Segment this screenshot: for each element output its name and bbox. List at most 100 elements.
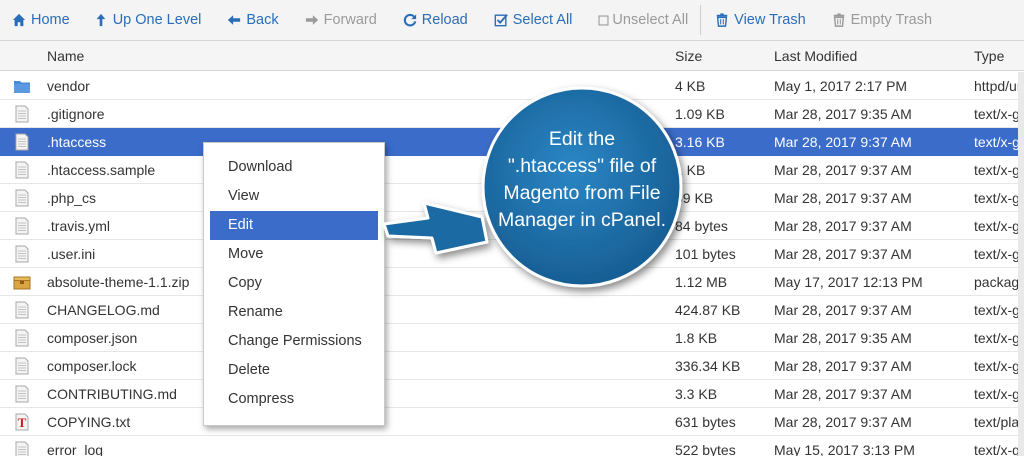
reload-button[interactable]: Reload xyxy=(403,0,468,41)
file-icon xyxy=(13,301,31,319)
file-icon xyxy=(13,105,31,123)
file-last-modified: May 1, 2017 2:17 PM xyxy=(774,78,908,94)
file-table-header: Name Size Last Modified Type xyxy=(0,41,1024,71)
file-type: text/x-g xyxy=(974,246,1020,262)
file-type: text/plai xyxy=(974,414,1023,430)
file-row[interactable]: CONTRIBUTING.md 3.3 KB Mar 28, 2017 9:37 A… xyxy=(0,380,1024,408)
file-type: text/x-g xyxy=(974,162,1020,178)
file-size: 1.12 MB xyxy=(675,274,728,290)
home-button[interactable]: Home xyxy=(12,0,70,41)
view-trash-label: View Trash xyxy=(734,12,806,28)
file-type: text/x-g xyxy=(974,442,1020,456)
file-row[interactable]: vendor 4 KB May 1, 2017 2:17 PM httpd/un xyxy=(0,72,1024,100)
file-icon xyxy=(13,245,31,263)
file-size: 631 bytes xyxy=(675,414,736,430)
file-last-modified: Mar 28, 2017 9:37 AM xyxy=(774,386,912,402)
file-size: 101 bytes xyxy=(675,246,736,262)
home-label: Home xyxy=(31,12,70,28)
file-last-modified: May 15, 2017 3:13 PM xyxy=(774,442,915,456)
file-icon xyxy=(13,133,31,151)
file-name: .user.ini xyxy=(47,246,96,262)
file-name: .travis.yml xyxy=(47,218,110,234)
column-header-last-modified[interactable]: Last Modified xyxy=(774,48,857,64)
file-name: .php_cs xyxy=(47,190,97,206)
file-row[interactable]: composer.json 1.8 KB Mar 28, 2017 9:35 AM t… xyxy=(0,324,1024,352)
scrollbar[interactable] xyxy=(1018,72,1024,456)
context-menu-item-move[interactable]: Move xyxy=(210,240,378,269)
file-name: .gitignore xyxy=(47,106,105,122)
file-last-modified: Mar 28, 2017 9:37 AM xyxy=(774,358,912,374)
view-trash-button[interactable]: View Trash xyxy=(715,0,806,41)
toolbar: Home Up One Level Back Forward Reload Se… xyxy=(0,0,1024,41)
back-label: Back xyxy=(246,12,279,28)
file-name: absolute-theme-1.1.zip xyxy=(47,274,190,290)
file-name: .htaccess.sample xyxy=(47,162,156,178)
file-size: 4 KB xyxy=(675,78,706,94)
file-last-modified: Mar 28, 2017 9:37 AM xyxy=(774,302,912,318)
context-menu-item-copy[interactable]: Copy xyxy=(210,269,378,298)
context-menu-item-view[interactable]: View xyxy=(210,182,378,211)
trash-icon xyxy=(716,13,728,27)
file-row[interactable]: absolute-theme-1.1.zip 1.12 MB May 17, 201… xyxy=(0,268,1024,296)
context-menu-item-download[interactable]: Download xyxy=(210,153,378,182)
file-name: vendor xyxy=(47,78,90,94)
file-type: text/x-g xyxy=(974,218,1020,234)
file-row[interactable]: CHANGELOG.md 424.87 KB Mar 28, 2017 9:37 A… xyxy=(0,296,1024,324)
file-type: text/x-g xyxy=(974,330,1020,346)
arrow-up-icon xyxy=(96,13,106,27)
svg-text:T: T xyxy=(18,415,27,430)
file-type: text/x-g xyxy=(974,358,1020,374)
empty-trash-button[interactable]: Empty Trash xyxy=(832,0,932,41)
file-type: text/x-g xyxy=(974,190,1020,206)
file-icon xyxy=(13,161,31,179)
context-menu-item-change-permissions[interactable]: Change Permissions xyxy=(210,327,378,356)
file-name: CHANGELOG.md xyxy=(47,302,160,318)
file-last-modified: Mar 28, 2017 9:37 AM xyxy=(774,190,912,206)
file-type: text/x-g xyxy=(974,134,1020,150)
file-size: 522 bytes xyxy=(675,442,736,456)
file-size: 3.16 KB xyxy=(675,134,725,150)
file-icon xyxy=(13,189,31,207)
file-last-modified: May 17, 2017 12:13 PM xyxy=(774,274,923,290)
back-button[interactable]: Back xyxy=(227,0,279,41)
context-menu: Download View Edit Move Copy Rename Change Per… xyxy=(203,142,385,426)
column-header-name[interactable]: Name xyxy=(47,48,84,64)
context-menu-item-edit[interactable]: Edit xyxy=(210,211,378,240)
file-name: composer.json xyxy=(47,330,138,346)
unselect-all-label: Unselect All xyxy=(612,12,689,28)
select-all-button[interactable]: Select All xyxy=(494,0,572,41)
file-row[interactable]: error_log 522 bytes May 15, 2017 3:13 PM te… xyxy=(0,436,1024,456)
column-header-type[interactable]: Type xyxy=(974,48,1004,64)
file-name: CONTRIBUTING.md xyxy=(47,386,177,402)
file-size: 336.34 KB xyxy=(675,358,741,374)
callout-text: Edit the ".htaccess" file of Magento fro… xyxy=(497,128,667,231)
file-last-modified: Mar 28, 2017 9:37 AM xyxy=(774,414,912,430)
column-header-size[interactable]: Size xyxy=(675,48,702,64)
unselect-all-button[interactable]: Unselect All xyxy=(598,0,688,41)
file-name: .htaccess xyxy=(47,134,107,150)
file-size: 424.87 KB xyxy=(675,302,741,318)
arrow-left-icon xyxy=(228,15,241,25)
file-row[interactable]: .user.ini 101 bytes Mar 28, 2017 9:37 AM te… xyxy=(0,240,1024,268)
up-one-level-button[interactable]: Up One Level xyxy=(94,0,201,41)
context-menu-item-compress[interactable]: Compress xyxy=(210,385,378,414)
file-last-modified: Mar 28, 2017 9:35 AM xyxy=(774,330,912,346)
context-menu-item-delete[interactable]: Delete xyxy=(210,356,378,385)
context-menu-item-rename[interactable]: Rename xyxy=(210,298,378,327)
file-size: 1.8 KB xyxy=(675,330,718,346)
trash-icon xyxy=(833,13,844,27)
reload-icon xyxy=(403,13,417,27)
forward-button[interactable]: Forward xyxy=(305,0,377,41)
file-icon xyxy=(13,441,31,456)
file-icon xyxy=(13,217,31,235)
file-row[interactable]: composer.lock 336.34 KB Mar 28, 2017 9:37 … xyxy=(0,352,1024,380)
file-row[interactable]: T COPYING.txt 631 bytes Mar 28, 2017 9:37 A… xyxy=(0,408,1024,436)
file-row[interactable]: .gitignore 1.09 KB Mar 28, 2017 9:35 AM tex… xyxy=(0,100,1024,128)
archive-icon xyxy=(13,273,31,291)
file-last-modified: Mar 28, 2017 9:35 AM xyxy=(774,106,912,122)
file-last-modified: Mar 28, 2017 9:37 AM xyxy=(774,162,912,178)
folder-icon xyxy=(13,77,31,95)
file-type: text/x-g xyxy=(974,106,1020,122)
file-icon xyxy=(13,357,31,375)
file-name: composer.lock xyxy=(47,358,137,374)
